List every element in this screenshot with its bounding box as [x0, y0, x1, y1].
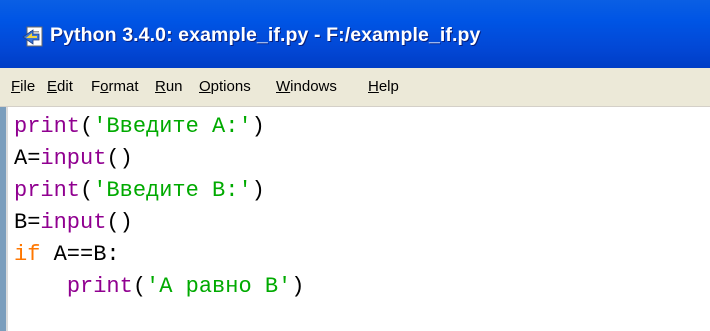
- window-title: Python 3.4.0: example_if.py - F:/example…: [50, 24, 481, 46]
- code-line-2[interactable]: A=input(): [14, 143, 133, 175]
- builtin-token: input: [40, 210, 107, 235]
- builtin-token: print: [14, 178, 81, 203]
- keyword-token: if: [14, 242, 41, 267]
- code-line-1[interactable]: print('Введите A:'): [14, 111, 265, 143]
- builtin-token: print: [14, 114, 81, 139]
- code-line-3[interactable]: print('Введите B:'): [14, 175, 265, 207]
- menu-bar: File Edit Format Run Options Windows Hel…: [0, 68, 710, 107]
- menu-run[interactable]: Run: [155, 68, 183, 106]
- string-token: 'Введите B:': [93, 178, 252, 203]
- python-file-icon[interactable]: [22, 26, 46, 48]
- title-bar[interactable]: Python 3.4.0: example_if.py - F:/example…: [0, 0, 710, 68]
- menu-options[interactable]: Options: [199, 68, 251, 106]
- builtin-token: input: [40, 146, 107, 171]
- code-line-5[interactable]: if A==B:: [14, 239, 120, 271]
- editor-left-border-inner: [6, 107, 8, 331]
- builtin-token: print: [66, 274, 133, 299]
- menu-help[interactable]: Help: [368, 68, 399, 106]
- string-token: 'Введите A:': [93, 114, 252, 139]
- string-token: 'A равно B': [146, 274, 292, 299]
- menu-edit[interactable]: Edit: [47, 68, 73, 106]
- code-line-6[interactable]: print('A равно B'): [14, 271, 305, 303]
- menu-format[interactable]: Format: [91, 68, 139, 106]
- code-line-4[interactable]: B=input(): [14, 207, 133, 239]
- menu-windows[interactable]: Windows: [276, 68, 337, 106]
- menu-file[interactable]: File: [11, 68, 35, 106]
- code-editor[interactable]: print('Введите A:') A=input() print('Вве…: [0, 107, 710, 331]
